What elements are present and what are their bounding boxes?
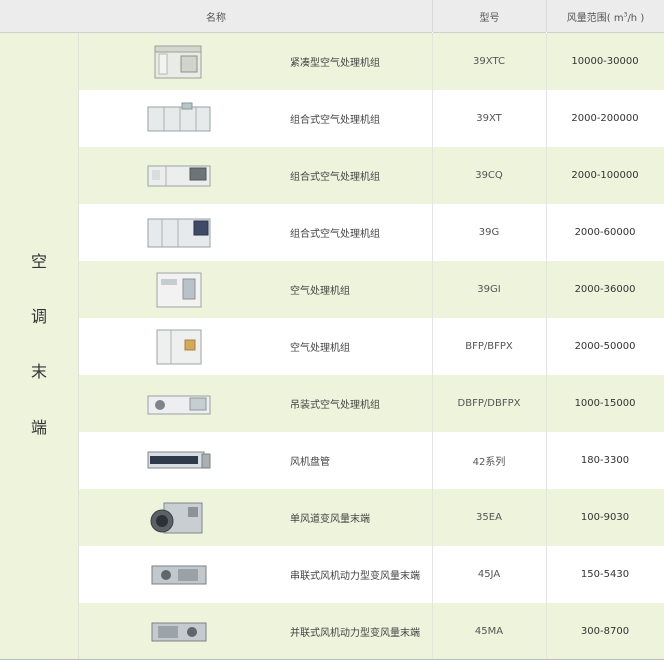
vav-terminal-icon [150,502,203,533]
table-row: 组合式空气处理机组 39CQ 2000-100000 [79,147,664,204]
modular-air-handler-icon [147,165,211,186]
table-bottom-border [0,659,664,660]
air-handler-icon [156,329,202,364]
product-image [79,33,279,90]
product-flow: 180-3300 [580,455,630,466]
product-flow: 2000-100000 [571,170,639,181]
product-flow: 10000-30000 [571,56,639,67]
table-row: 单风道变风量末端 35EA 100-9030 [79,489,664,546]
header-name: 名称 [0,0,432,33]
product-flow: 300-8700 [580,626,630,637]
modular-air-handler-icon [147,102,211,131]
product-model: 39XT [476,113,502,124]
table-row: 并联式风机动力型变风量末端 45MA 300-8700 [79,603,664,660]
table-row: 紧凑型空气处理机组 39XTC 10000-30000 [79,33,664,90]
product-image [79,432,279,489]
product-model: 42系列 [472,457,506,468]
parallel-fan-vav-icon [151,622,207,641]
table-row: 组合式空气处理机组 39G 2000-60000 [79,204,664,261]
header-flow-label: 风量范围( m3/h ) [566,11,645,24]
table-row: 吊装式空气处理机组 DBFP/DBFPX 1000-15000 [79,375,664,432]
ceiling-air-handler-icon [147,395,211,414]
product-table: 名称 型号 风量范围( m3/h ) 空 调 末 端 紧凑型空气处理机组 39X… [0,0,664,661]
product-image [79,261,279,318]
category-column: 空 调 末 端 [0,33,79,659]
product-model: 45JA [477,569,501,580]
product-model: 39XTC [473,56,505,67]
category-char: 空 [30,252,47,271]
compact-air-handler-icon [154,45,202,78]
product-model: 35EA [476,512,502,523]
product-flow: 2000-50000 [574,341,636,352]
product-model: 39GI [477,284,501,295]
table-row: 空气处理机组 BFP/BFPX 2000-50000 [79,318,664,375]
fan-coil-icon [147,451,211,468]
category-char: 末 [30,362,47,381]
product-image [79,147,279,204]
product-image [79,375,279,432]
product-model: 39CQ [475,170,503,181]
product-flow: 2000-200000 [571,113,639,124]
table-row: 串联式风机动力型变风量末端 45JA 150-5430 [79,546,664,603]
table-row: 空气处理机组 39GI 2000-36000 [79,261,664,318]
product-model: 39G [478,227,500,238]
table-row: 风机盘管 42系列 180-3300 [79,432,664,489]
table-row: 组合式空气处理机组 39XT 2000-200000 [79,90,664,147]
header-flow: 风量范围( m3/h ) [547,0,664,33]
header-model: 型号 [433,0,546,33]
product-flow: 2000-60000 [574,227,636,238]
category-char: 调 [30,307,47,326]
product-model: 45MA [474,626,504,637]
header-name-label: 名称 [206,12,226,24]
product-image [79,603,279,660]
product-flow: 100-9030 [580,512,630,523]
air-handler-icon [156,272,202,307]
product-image [79,546,279,603]
header-model-label: 型号 [479,12,500,24]
series-fan-vav-icon [151,565,207,584]
product-image [79,90,279,147]
product-model: DBFP/DBFPX [457,398,521,409]
product-image [79,489,279,546]
product-model: BFP/BFPX [465,341,513,352]
modular-air-handler-icon [147,218,211,247]
product-image [79,318,279,375]
product-image [79,204,279,261]
product-flow: 150-5430 [580,569,630,580]
category-char: 端 [30,418,47,437]
product-flow: 1000-15000 [574,398,636,409]
product-flow: 2000-36000 [574,284,636,295]
